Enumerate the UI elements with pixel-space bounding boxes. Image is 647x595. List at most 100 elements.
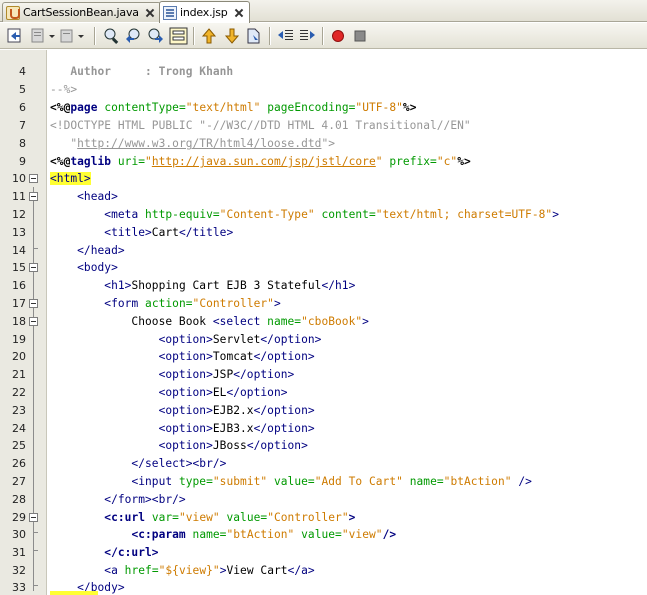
back-button[interactable] (6, 27, 25, 45)
code-line: 22 <option>EL</option> (0, 384, 647, 402)
code-line: 32 <a href="${view}">View Cart</a> (0, 562, 647, 580)
line-number: 19 (12, 333, 26, 347)
line-code: <meta http-equiv="Content-Type" content=… (104, 208, 559, 222)
line-code: <a href="${view}">View Cart</a> (104, 564, 315, 578)
line-code: <option>EJB3.x</option> (158, 422, 315, 436)
toolbar-separator (193, 27, 195, 45)
line-number: 30 (12, 528, 26, 542)
code-line: 23 <option>EJB2.x</option> (0, 402, 647, 420)
line-number: 28 (12, 493, 26, 507)
editor-toolbar (0, 23, 647, 49)
line-number: 18 (12, 315, 26, 329)
matching-tag-highlight (50, 591, 98, 595)
fold-toggle[interactable] (29, 317, 38, 327)
find-next-button[interactable] (146, 27, 165, 45)
line-number: 21 (12, 368, 26, 382)
line-code: --%> (50, 83, 78, 97)
start-macro-button[interactable] (329, 27, 348, 45)
shift-left-button[interactable] (276, 27, 295, 45)
line-number: 25 (12, 439, 26, 453)
line-number: 13 (12, 226, 26, 240)
start-macro-icon (332, 30, 344, 42)
shift-right-button[interactable] (298, 27, 317, 45)
code-line: 16 <h1>Shopping Cart EJB 3 Stateful</h1> (0, 277, 647, 295)
code-editor[interactable]: 4 Author : Trong Khanh 5 --%> 6 <%@page … (0, 50, 647, 595)
code-line: 27 <input type="submit" value="Add To Ca… (0, 473, 647, 491)
line-number: 22 (12, 386, 26, 400)
fold-toggle[interactable] (29, 263, 38, 273)
toggle-highlight-button[interactable] (169, 27, 188, 45)
line-code: <c:param name="btAction" value="view"/> (131, 528, 397, 542)
code-line: 14 </head> (0, 242, 647, 260)
forward-history-button[interactable] (29, 27, 55, 45)
close-icon[interactable] (144, 7, 156, 19)
find-selection-button[interactable] (102, 27, 121, 45)
line-number: 5 (19, 83, 26, 97)
close-icon[interactable] (233, 7, 245, 19)
line-code: <option>JBoss</option> (158, 439, 308, 453)
find-previous-button[interactable] (124, 27, 143, 45)
line-code: <option>JSP</option> (158, 368, 295, 382)
line-number: 8 (19, 137, 26, 151)
line-number: 17 (12, 297, 26, 311)
line-number: 4 (19, 65, 26, 79)
line-code: "http://www.w3.org/TR/html4/loose.dtd"> (50, 137, 336, 151)
stop-macro-button[interactable] (351, 27, 370, 45)
shift-left-icon (278, 30, 293, 40)
toolbar-separator (94, 27, 96, 45)
code-line: 28 </form><br/> (0, 491, 647, 509)
previous-bookmark-button[interactable] (200, 27, 219, 45)
line-code: <option>Tomcat</option> (158, 350, 315, 364)
line-code: <input type="submit" value="Add To Cart"… (131, 475, 532, 489)
line-code: Choose Book <select name="cboBook"> (50, 315, 369, 329)
last-edit-icon (60, 29, 73, 43)
find-previous-icon (126, 28, 140, 43)
line-code: <body> (50, 261, 118, 275)
fold-toggle[interactable] (29, 192, 38, 202)
java-file-icon (6, 5, 20, 20)
code-line: 26 </select><br/> (0, 455, 647, 473)
code-line: 19 <option>Servlet</option> (0, 331, 647, 349)
line-code: <form action="Controller"> (104, 297, 281, 311)
line-number: 14 (12, 244, 26, 258)
code-line: 11 <head> (0, 188, 647, 206)
code-line: 17 <form action="Controller"> (0, 295, 647, 313)
line-code: <%@taglib uri="http://java.sun.com/jsp/j… (50, 155, 471, 169)
line-number: 6 (19, 101, 26, 115)
previous-bookmark-icon (201, 28, 217, 44)
line-number: 9 (19, 155, 26, 169)
line-code: <head> (50, 190, 118, 204)
line-number: 7 (19, 119, 26, 133)
code-line: 15 <body> (0, 259, 647, 277)
line-number: 16 (12, 279, 26, 293)
line-number: 27 (12, 475, 26, 489)
line-number: 15 (12, 261, 26, 275)
line-code: </head> (50, 244, 125, 258)
back-icon (7, 28, 21, 43)
tab-label: CartSessionBean.java (23, 6, 139, 19)
next-bookmark-button[interactable] (223, 27, 242, 45)
line-code: </c:url> (50, 546, 159, 560)
last-edit-button[interactable] (58, 27, 84, 45)
editor-tab-bar: CartSessionBean.java index.jsp (0, 0, 647, 23)
code-line: 21 <option>JSP</option> (0, 366, 647, 384)
code-line: 10 <html> (0, 170, 647, 188)
line-number: 10 (12, 172, 26, 186)
line-number: 12 (12, 208, 26, 222)
fold-toggle[interactable] (29, 299, 38, 309)
line-number: 23 (12, 404, 26, 418)
toggle-bookmark-icon (247, 28, 260, 44)
fold-toggle[interactable] (29, 513, 38, 523)
line-code: <%@page contentType="text/html" pageEnco… (50, 101, 417, 115)
code-line: 9 <%@taglib uri="http://java.sun.com/jsp… (0, 153, 647, 171)
code-line: 7 <!DOCTYPE HTML PUBLIC "-//W3C//DTD HTM… (0, 117, 647, 135)
line-code: <title>Cart</title> (104, 226, 234, 240)
line-number: 24 (12, 422, 26, 436)
line-number: 26 (12, 457, 26, 471)
fold-toggle[interactable] (29, 174, 38, 184)
toggle-bookmark-button[interactable] (245, 27, 264, 45)
tab-cartsessionbean-java[interactable]: CartSessionBean.java (2, 2, 161, 22)
tab-index-jsp[interactable]: index.jsp (159, 1, 250, 23)
line-number: 11 (12, 190, 26, 204)
line-code: <option>Servlet</option> (158, 333, 322, 347)
